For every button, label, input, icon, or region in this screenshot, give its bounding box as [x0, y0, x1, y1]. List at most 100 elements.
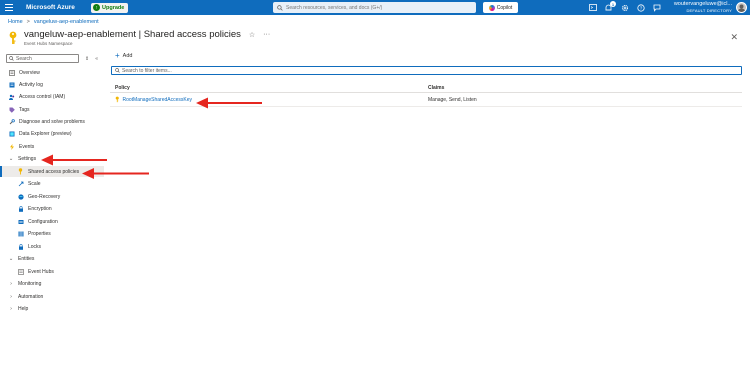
sidebar-item-label: Access control (IAM) — [19, 94, 66, 100]
sidebar-section-automation[interactable]: › Automation — [0, 291, 104, 302]
sidebar-item-label: Entities — [18, 256, 35, 262]
sidebar-item-event-hubs[interactable]: Event Hubs — [0, 266, 104, 277]
close-icon[interactable]: ✕ — [730, 32, 738, 43]
more-options-icon[interactable]: ··· — [263, 31, 270, 38]
filter-input[interactable]: Search to filter items... — [111, 66, 742, 75]
sidebar: Search ⇕ « Overview Activity log Access … — [0, 54, 104, 312]
chevron-right-icon: › — [10, 293, 12, 300]
chevron-down-icon: ⌄ — [8, 156, 14, 162]
sidebar-item-label: Shared access policies — [28, 168, 80, 175]
sidebar-section-entities[interactable]: ⌄ Entities — [0, 254, 104, 265]
sidebar-item-label: Event Hubs — [28, 268, 54, 275]
global-search[interactable] — [273, 2, 476, 13]
help-icon[interactable]: ? — [636, 3, 645, 12]
sidebar-item-label: Events — [19, 143, 35, 150]
sidebar-item-label: Overview — [19, 69, 40, 76]
sidebar-item-overview[interactable]: Overview — [0, 67, 104, 78]
column-header-policy[interactable]: Policy — [110, 85, 423, 91]
cloud-shell-icon[interactable] — [588, 3, 597, 12]
sidebar-item-geo-recovery[interactable]: Geo-Recovery — [0, 191, 104, 202]
notification-badge: 1 — [610, 1, 616, 7]
sidebar-item-tags[interactable]: Tags — [0, 104, 104, 115]
account-info[interactable]: woutervangeluwe@icl... DEFAULT DIRECTORY — [673, 1, 732, 13]
sidebar-item-label: Data Explorer (preview) — [19, 131, 72, 137]
svg-text:?: ? — [639, 5, 642, 10]
main-content: + Add Search to filter items... Policy C… — [110, 52, 742, 107]
account-directory: DEFAULT DIRECTORY — [686, 7, 732, 13]
lightning-icon — [8, 143, 15, 150]
resource-type-subtitle: Event Hubs Namespace — [24, 41, 73, 46]
sidebar-item-label: Tags — [19, 106, 30, 113]
sidebar-item-activity-log[interactable]: Activity log — [0, 79, 104, 90]
column-header-claims[interactable]: Claims — [423, 85, 742, 91]
sidebar-search: Search ⇕ « — [6, 54, 104, 63]
menu-icon[interactable] — [0, 0, 18, 15]
upgrade-label: Upgrade — [102, 4, 125, 11]
lock-icon — [17, 206, 24, 213]
breadcrumb-resource[interactable]: vangeluw-aep-enablement — [34, 19, 99, 25]
search-icon — [277, 4, 283, 11]
page-header: vangeluw-aep-enablement | Shared access … — [8, 29, 270, 46]
table-row[interactable]: RootManageSharedAccessKey Manage, Send, … — [110, 93, 742, 107]
sidebar-item-label: Settings — [18, 156, 37, 162]
scale-icon — [17, 181, 24, 188]
global-search-input[interactable] — [286, 4, 466, 11]
properties-icon — [17, 231, 24, 238]
search-icon — [9, 56, 14, 61]
collapse-sidebar-icon[interactable]: « — [95, 56, 98, 62]
sidebar-item-iam[interactable]: Access control (IAM) — [0, 92, 104, 103]
policies-table: Policy Claims RootManageSharedAccessKey … — [110, 83, 742, 107]
sidebar-item-diagnose[interactable]: Diagnose and solve problems — [0, 116, 104, 127]
copilot-label: Copilot — [496, 4, 513, 11]
sidebar-item-label: Help — [18, 306, 29, 312]
sidebar-item-locks[interactable]: Locks — [0, 241, 104, 252]
table-header: Policy Claims — [110, 83, 742, 93]
add-button[interactable]: + Add — [115, 52, 742, 60]
expand-collapse-icon[interactable]: ⇕ — [85, 56, 89, 62]
copilot-button[interactable]: Copilot — [483, 2, 518, 13]
breadcrumb-home[interactable]: Home — [8, 19, 23, 25]
configuration-icon — [17, 218, 24, 225]
feedback-icon[interactable] — [652, 3, 661, 12]
policy-cell: RootManageSharedAccessKey — [110, 96, 423, 103]
chevron-right-icon: › — [10, 281, 12, 287]
plus-icon: + — [115, 51, 120, 60]
sidebar-item-scale[interactable]: Scale — [0, 179, 104, 190]
bell-icon[interactable]: 1 — [604, 1, 616, 12]
sidebar-search-input[interactable]: Search — [6, 54, 79, 63]
lock-icon — [17, 243, 24, 250]
sidebar-item-shared-access-policies[interactable]: Shared access policies — [0, 166, 104, 177]
gear-icon[interactable] — [620, 3, 629, 12]
account-email: woutervangeluwe@icl... — [673, 1, 732, 7]
sidebar-section-monitoring[interactable]: › Monitoring — [0, 279, 104, 290]
brand-title[interactable]: Microsoft Azure — [26, 4, 78, 11]
policy-link[interactable]: RootManageSharedAccessKey — [123, 97, 193, 103]
copilot-icon — [488, 4, 495, 11]
key-icon — [9, 31, 17, 44]
resource-name: vangeluw-aep-enablement — [24, 29, 136, 40]
avatar[interactable] — [736, 2, 747, 13]
geo-recovery-icon — [17, 193, 24, 200]
iam-icon — [8, 94, 15, 101]
sidebar-item-events[interactable]: Events — [0, 141, 104, 152]
overview-icon — [8, 69, 15, 76]
sidebar-item-label: Encryption — [28, 206, 52, 212]
add-button-label: Add — [122, 53, 133, 59]
sidebar-item-label: Automation — [18, 293, 44, 300]
sidebar-item-configuration[interactable]: Configuration — [0, 216, 104, 227]
sidebar-item-encryption[interactable]: Encryption — [0, 204, 104, 215]
sidebar-item-label: Geo-Recovery — [28, 193, 61, 200]
sidebar-item-label: Locks — [28, 243, 42, 250]
sidebar-section-settings[interactable]: ⌄ Settings — [0, 154, 104, 165]
sidebar-item-properties[interactable]: Properties — [0, 229, 104, 240]
sidebar-item-data-explorer[interactable]: Data Explorer (preview) — [0, 129, 104, 140]
sidebar-item-label: Properties — [28, 231, 51, 237]
title-separator: | — [138, 29, 142, 40]
event-hubs-icon — [17, 268, 24, 275]
favorite-star-icon[interactable]: ☆ — [249, 31, 255, 39]
breadcrumb-separator: > — [26, 19, 30, 25]
sidebar-item-label: Monitoring — [18, 281, 42, 287]
page-title: vangeluw-aep-enablement | Shared access … — [24, 29, 241, 40]
sidebar-section-help[interactable]: › Help — [0, 304, 104, 315]
upgrade-button[interactable]: ↑ Upgrade — [91, 2, 129, 13]
